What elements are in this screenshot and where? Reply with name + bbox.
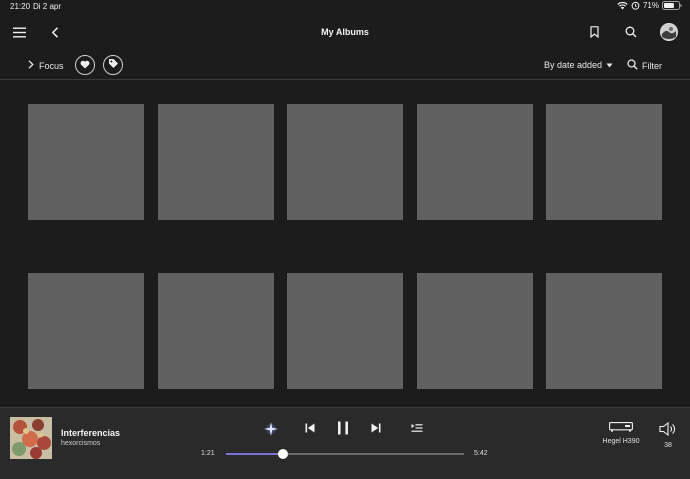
album-tile[interactable] <box>158 104 274 220</box>
status-time: 21:20 <box>10 2 31 11</box>
album-tile[interactable] <box>28 273 144 389</box>
chevron-right-icon <box>28 60 34 71</box>
focus-label: Focus <box>39 60 64 71</box>
filter-button[interactable]: Filter <box>627 59 662 72</box>
filter-bar: Focus By date added Filter <box>0 52 690 80</box>
album-tile[interactable] <box>287 104 403 220</box>
album-tile[interactable] <box>546 104 662 220</box>
battery-icon <box>662 1 682 10</box>
album-tile[interactable] <box>158 273 274 389</box>
tags-filter-button[interactable] <box>103 55 123 75</box>
avatar[interactable] <box>660 23 678 41</box>
queue-icon[interactable] <box>409 421 425 435</box>
progress-fill <box>226 453 284 455</box>
status-date: Di 2 apr <box>33 2 62 11</box>
alarm-icon <box>631 1 640 10</box>
next-icon[interactable] <box>369 421 383 435</box>
favorites-filter-button[interactable] <box>75 55 95 75</box>
device-name: Hegel H390 <box>602 438 640 445</box>
volume-level: 38 <box>664 442 672 449</box>
focus-toggle[interactable]: Focus <box>28 60 64 71</box>
album-tile[interactable] <box>28 104 144 220</box>
battery-percent: 71% <box>642 1 659 10</box>
duration-time: 5:42 <box>474 450 488 457</box>
heart-icon <box>80 56 90 74</box>
output-device-button[interactable]: Hegel H390 <box>600 422 642 445</box>
progress-thumb[interactable] <box>278 449 289 459</box>
filter-label: Filter <box>642 60 662 71</box>
album-tile[interactable] <box>417 104 533 220</box>
device-icon <box>609 422 633 434</box>
track-artist[interactable]: hexorcismos <box>61 440 100 447</box>
album-tile[interactable] <box>417 273 533 389</box>
pause-icon[interactable] <box>334 419 352 437</box>
volume-button[interactable]: 38 <box>657 421 679 449</box>
wifi-icon <box>617 1 628 10</box>
sparkle-icon[interactable] <box>262 420 280 438</box>
now-playing-bar: Interferencias hexorcismos 1:21 5:42 Heg… <box>0 407 690 479</box>
top-bar: My Albums <box>0 14 690 52</box>
album-grid <box>0 80 690 407</box>
tag-icon <box>108 56 119 74</box>
track-title[interactable]: Interferencias <box>61 428 120 438</box>
sort-dropdown[interactable]: By date added <box>544 60 613 70</box>
elapsed-time: 1:21 <box>201 450 215 457</box>
album-tile[interactable] <box>546 273 662 389</box>
speaker-icon <box>659 421 677 438</box>
search-icon <box>627 59 638 72</box>
search-icon[interactable] <box>624 25 638 39</box>
sort-label: By date added <box>544 60 603 70</box>
album-cover[interactable] <box>10 417 52 459</box>
caret-down-icon <box>606 60 613 70</box>
bookmark-icon[interactable] <box>587 25 601 39</box>
status-bar: 21:20 Di 2 apr 71% <box>0 0 690 14</box>
progress-bar[interactable] <box>226 449 464 459</box>
previous-icon[interactable] <box>303 421 317 435</box>
album-tile[interactable] <box>287 273 403 389</box>
status-icons: 71% <box>617 1 682 10</box>
